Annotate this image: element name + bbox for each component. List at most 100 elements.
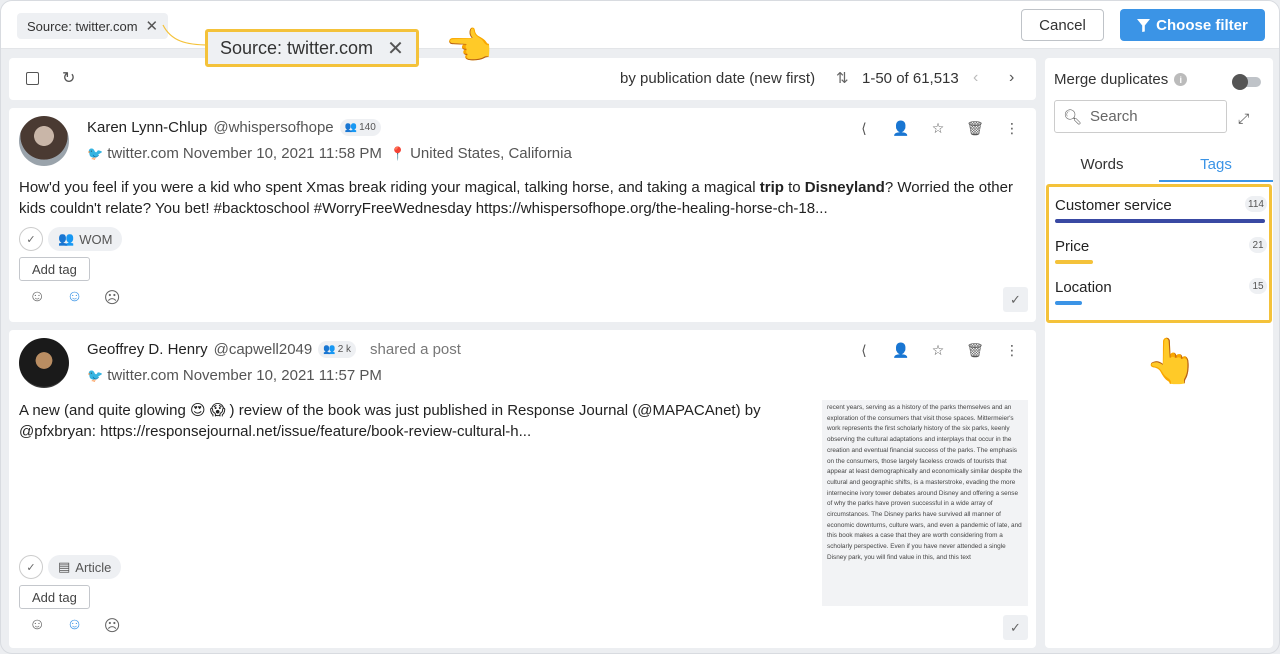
trash-icon[interactable]: 🗑 xyxy=(965,120,985,137)
mark-done-button[interactable]: ✓ xyxy=(1003,287,1028,312)
tag-count: 21 xyxy=(1249,237,1267,253)
cancel-button[interactable]: Cancel xyxy=(1021,9,1104,41)
post-text: A new (and quite glowing 😍 😱 ) review of… xyxy=(19,402,761,440)
mark-done-button[interactable]: ✓ xyxy=(1003,615,1028,640)
post-card: Karen Lynn-Chlup @whispersofhope 👥 140 🐦 … xyxy=(9,108,1036,322)
post-author-row: Karen Lynn-Chlup @whispersofhope 👥 140 xyxy=(87,119,381,136)
list-toolbar: ↻ by publication date (new first) ⇅ 1-50… xyxy=(9,58,1036,100)
author-handle[interactable]: @whispersofhope xyxy=(213,119,333,136)
post-text: How'd you feel if you were a kid who spe… xyxy=(19,179,1013,217)
post-actions: ⟨ 👤 ☆ 🗑 ⋮ xyxy=(854,342,1022,359)
post-location: United States, California xyxy=(410,145,572,162)
post-type-row: ✓ 👥 WOM xyxy=(19,227,123,251)
sort-icon[interactable]: ⇅ xyxy=(836,69,849,87)
followers-badge: 👥 2 k xyxy=(318,341,357,358)
filter-chip-label: Source: twitter.com xyxy=(27,18,138,34)
tag-bar xyxy=(1055,301,1082,305)
tag-item[interactable]: Customer service 114 xyxy=(1055,187,1267,225)
pagination-range: 1-50 of 61,513 xyxy=(862,70,959,87)
refresh-icon[interactable]: ↻ xyxy=(62,68,75,88)
people-icon: 👥 xyxy=(323,344,336,355)
positive-face-icon[interactable]: ☺ xyxy=(29,288,45,308)
tag-name: Price xyxy=(1055,238,1090,255)
post-meta: 🐦 twitter.com November 10, 2021 11:57 PM xyxy=(87,367,382,384)
post-source[interactable]: twitter.com xyxy=(107,367,179,384)
funnel-icon xyxy=(1137,18,1151,32)
tag-list: Customer service 114 Price 21 Location 1… xyxy=(1046,184,1272,323)
post-date: November 10, 2021 11:58 PM xyxy=(182,145,382,162)
type-check-icon[interactable]: ✓ xyxy=(19,555,43,579)
expand-icon[interactable]: ⤢ xyxy=(1238,110,1249,127)
author-name[interactable]: Geoffrey D. Henry xyxy=(87,341,208,358)
share-icon[interactable]: ⟨ xyxy=(854,120,874,137)
tag-count: 15 xyxy=(1249,278,1267,294)
choose-filter-button[interactable]: Choose filter xyxy=(1120,9,1265,41)
author-name[interactable]: Karen Lynn-Chlup xyxy=(87,119,207,136)
negative-face-icon[interactable]: ☹ xyxy=(104,288,121,308)
tag-bar xyxy=(1055,260,1093,264)
post-card: Geoffrey D. Henry @capwell2049 👥 2 k shar… xyxy=(9,330,1036,648)
close-icon[interactable]: ✕ xyxy=(146,17,159,35)
twitter-icon: 🐦 xyxy=(87,145,104,161)
info-icon[interactable]: i xyxy=(1174,73,1188,86)
user-icon[interactable]: 👤 xyxy=(891,120,911,137)
star-icon[interactable]: ☆ xyxy=(928,120,948,137)
sentiment-selector: ☺ ☺ ☹ xyxy=(29,616,120,636)
chevron-left-icon[interactable]: ‹ xyxy=(973,69,978,87)
pointing-left-hand-icon: 👈 xyxy=(445,26,493,68)
star-icon[interactable]: ☆ xyxy=(928,342,948,359)
article-icon: ▤ xyxy=(58,559,71,574)
post-author-row: Geoffrey D. Henry @capwell2049 👥 2 k shar… xyxy=(87,341,461,358)
avatar[interactable] xyxy=(19,338,69,388)
positive-face-icon[interactable]: ☺ xyxy=(29,616,45,636)
followers-count: 2 k xyxy=(337,344,352,355)
tag-name: Location xyxy=(1055,279,1112,296)
megaphone-icon: 👥 xyxy=(58,231,75,246)
tag-bar xyxy=(1055,219,1265,223)
merge-duplicates-toggle[interactable] xyxy=(1232,74,1261,90)
tag-count: 114 xyxy=(1245,196,1267,212)
share-icon[interactable]: ⟨ xyxy=(854,342,874,359)
choose-filter-label: Choose filter xyxy=(1156,16,1248,34)
filter-chip-zoomed: Source: twitter.com ✕ xyxy=(205,29,419,67)
add-tag-button[interactable]: Add tag xyxy=(19,257,90,281)
twitter-icon: 🐦 xyxy=(87,367,104,383)
more-icon[interactable]: ⋮ xyxy=(1002,342,1022,359)
tag-item[interactable]: Location 15 xyxy=(1055,269,1267,307)
more-icon[interactable]: ⋮ xyxy=(1002,120,1022,137)
post-actions: ⟨ 👤 ☆ 🗑 ⋮ xyxy=(854,120,1022,137)
filter-chip[interactable]: Source: twitter.com ✕ xyxy=(17,13,169,39)
tab-tags[interactable]: Tags xyxy=(1159,150,1273,182)
post-preview-image[interactable]: recent years, serving as a history of th… xyxy=(822,400,1028,606)
type-chip[interactable]: ▤ Article xyxy=(48,555,122,579)
callout-connector xyxy=(162,24,210,46)
tag-item[interactable]: Price 21 xyxy=(1055,228,1267,266)
user-icon[interactable]: 👤 xyxy=(891,342,911,359)
trash-icon[interactable]: 🗑 xyxy=(965,342,985,359)
location-pin-icon: 📍 xyxy=(389,145,407,161)
select-all-checkbox[interactable] xyxy=(26,72,39,85)
add-tag-button[interactable]: Add tag xyxy=(19,585,90,609)
type-check-icon[interactable]: ✓ xyxy=(19,227,43,251)
author-handle[interactable]: @capwell2049 xyxy=(214,341,313,358)
shared-label: shared a post xyxy=(370,341,461,358)
tab-words[interactable]: Words xyxy=(1045,150,1159,182)
sentiment-selector: ☺ ☺ ☹ xyxy=(29,288,120,308)
neutral-face-icon[interactable]: ☺ xyxy=(66,288,82,308)
search-icon: 🔍︎ xyxy=(1063,108,1083,126)
filter-chip-zoomed-label: Source: twitter.com xyxy=(220,37,374,58)
followers-badge: 👥 140 xyxy=(339,119,381,136)
type-chip[interactable]: 👥 WOM xyxy=(48,227,123,251)
avatar[interactable] xyxy=(19,116,69,166)
negative-face-icon[interactable]: ☹ xyxy=(104,616,121,636)
merge-duplicates-row: Merge duplicates i xyxy=(1054,71,1188,88)
pointing-up-hand-icon: 👆 xyxy=(1144,337,1199,386)
sort-label[interactable]: by publication date (new first) xyxy=(620,70,815,87)
search-input[interactable] xyxy=(1090,108,1211,125)
chevron-right-icon[interactable]: › xyxy=(1009,69,1014,87)
app-frame: Source: twitter.com ✕ Cancel Choose filt… xyxy=(0,0,1280,654)
sidebar-search: 🔍︎ xyxy=(1054,100,1227,133)
neutral-face-icon[interactable]: ☺ xyxy=(66,616,82,636)
post-meta: 🐦 twitter.com November 10, 2021 11:58 PM… xyxy=(87,145,572,162)
post-source[interactable]: twitter.com xyxy=(107,145,179,162)
